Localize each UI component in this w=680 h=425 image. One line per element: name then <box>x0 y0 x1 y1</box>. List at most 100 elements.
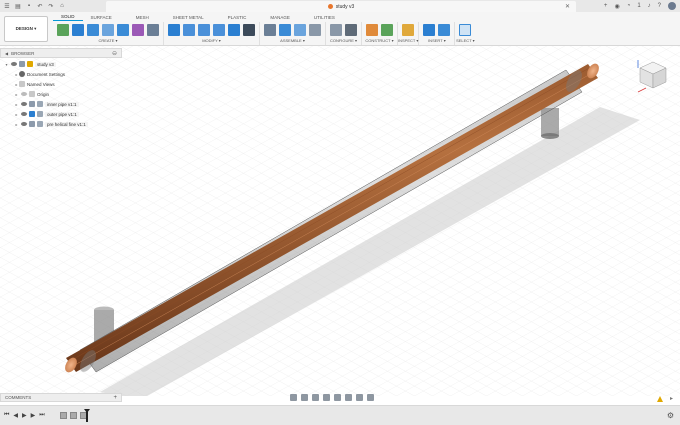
expand-icon[interactable]: ▸ <box>14 112 19 117</box>
view-cube[interactable] <box>636 56 670 96</box>
fit-icon[interactable] <box>334 393 341 401</box>
tab-plastic[interactable]: PLASTIC <box>220 13 255 21</box>
save-icon[interactable]: ▪ <box>25 2 33 10</box>
visibility-eye-icon[interactable] <box>11 62 17 66</box>
chamfer-icon[interactable] <box>198 23 210 36</box>
redo-icon[interactable]: ↷ <box>47 2 55 10</box>
extensions-icon[interactable]: ◉ <box>614 3 619 10</box>
notification-count[interactable]: 1 <box>637 3 640 9</box>
tab-solid[interactable]: SOLID <box>53 13 83 21</box>
zoom-icon[interactable] <box>323 393 330 401</box>
avatar[interactable] <box>668 2 676 10</box>
press-pull-icon[interactable] <box>168 23 180 36</box>
add-tab-icon[interactable]: + <box>604 3 608 9</box>
help-icon[interactable]: ? <box>658 3 661 9</box>
pin-icon[interactable]: ⊖ <box>112 50 117 57</box>
orbit-icon[interactable] <box>290 393 297 401</box>
expand-icon[interactable]: ▸ <box>14 102 19 107</box>
visibility-eye-icon[interactable] <box>21 92 27 96</box>
display-settings-icon[interactable] <box>345 393 352 401</box>
tab-surface[interactable]: SURFACE <box>83 13 120 21</box>
measure-icon[interactable] <box>402 23 415 36</box>
collapse-panel-icon[interactable]: ▸ <box>670 395 673 402</box>
offset-plane-icon[interactable] <box>366 23 378 36</box>
extrude-icon[interactable] <box>72 23 84 36</box>
timeline-marker[interactable] <box>84 409 90 422</box>
job-status-icon[interactable]: ◔ <box>627 3 631 9</box>
assemble-menu[interactable]: ASSEMBLE ▾ <box>280 38 305 43</box>
home-icon[interactable]: ⌂ <box>58 2 66 10</box>
expand-icon[interactable]: ▾ <box>4 62 9 67</box>
configure-icon[interactable] <box>330 23 342 36</box>
collapse-arrow-icon[interactable]: ◀ <box>5 51 8 56</box>
new-component-icon[interactable] <box>264 23 276 36</box>
form-icon[interactable] <box>132 23 144 36</box>
tree-item-outer-pipe[interactable]: ▸ outer pipe v1:1 <box>0 109 122 119</box>
gear-icon[interactable]: ⚙ <box>667 411 674 420</box>
go-to-end-icon[interactable]: ⏭ <box>39 412 44 419</box>
tab-mesh[interactable]: MESH <box>128 13 157 21</box>
create-group: CREATE ▾ <box>53 22 164 45</box>
grid-menu-icon[interactable]: ☰ <box>3 2 11 10</box>
tab-sheet-metal[interactable]: SHEET METAL <box>165 13 212 21</box>
shell-icon[interactable] <box>213 23 225 36</box>
warning-icon[interactable] <box>657 396 663 402</box>
comments-panel[interactable]: COMMENTS + <box>0 393 122 402</box>
step-back-icon[interactable]: ◀ <box>13 412 18 419</box>
workspace-switcher[interactable]: DESIGN ▾ <box>4 16 48 42</box>
construct-menu[interactable]: CONSTRUCT ▾ <box>365 38 393 43</box>
expand-icon[interactable]: ▸ <box>14 122 19 127</box>
move-icon[interactable] <box>243 23 255 36</box>
browser-panel-header[interactable]: ◀ BROWSER ⊖ <box>0 48 122 58</box>
derive-icon[interactable] <box>147 23 159 36</box>
file-menu-icon[interactable]: ▤ <box>14 2 22 10</box>
as-built-joint-icon[interactable] <box>294 23 306 36</box>
close-tab-icon[interactable]: ✕ <box>565 3 570 10</box>
grid-settings-icon[interactable] <box>356 393 363 401</box>
tree-item-root[interactable]: ▾ study v3 <box>0 59 122 69</box>
visibility-eye-icon[interactable] <box>21 102 27 106</box>
undo-icon[interactable]: ↶ <box>36 2 44 10</box>
viewports-icon[interactable] <box>367 393 374 401</box>
tree-item-named-views[interactable]: ▸ Named Views <box>0 79 122 89</box>
visibility-eye-icon[interactable] <box>21 122 27 126</box>
tree-item-document-settings[interactable]: ▸ Document Settings <box>0 69 122 79</box>
tree-item-inner-pipe[interactable]: ▸ inner pipe v1:1 <box>0 99 122 109</box>
add-comment-icon[interactable]: + <box>113 395 117 401</box>
pattern-icon[interactable] <box>117 23 129 36</box>
navigation-bar <box>290 392 374 402</box>
insert-derive-icon[interactable] <box>423 23 436 36</box>
bell-icon[interactable]: ♪ <box>648 3 651 9</box>
document-tab[interactable]: study v3 ✕ <box>106 1 576 12</box>
expand-icon[interactable]: ▸ <box>14 92 19 97</box>
play-icon[interactable]: ▶ <box>22 412 27 419</box>
look-at-icon[interactable] <box>301 393 308 401</box>
configure-menu[interactable]: CONFIGURE ▾ <box>330 38 357 43</box>
timeline-feature[interactable] <box>60 412 67 419</box>
modify-menu[interactable]: MODIFY ▾ <box>202 38 221 43</box>
fillet-icon[interactable] <box>183 23 195 36</box>
midplane-icon[interactable] <box>381 23 393 36</box>
tab-utilities[interactable]: UTILITIES <box>306 13 343 21</box>
combine-icon[interactable] <box>228 23 240 36</box>
joint-origin-icon[interactable] <box>309 23 321 36</box>
go-to-start-icon[interactable]: ⏮ <box>4 412 9 419</box>
create-menu[interactable]: CREATE ▾ <box>98 38 117 43</box>
tab-manage[interactable]: MANAGE <box>262 13 298 21</box>
tree-item-helical-fine[interactable]: ▸ pre helical fine v1:1 <box>0 119 122 129</box>
visibility-eye-icon[interactable] <box>21 112 27 116</box>
insert-menu[interactable]: INSERT ▾ <box>428 38 446 43</box>
inspect-menu[interactable]: INSPECT ▾ <box>398 38 418 43</box>
hole-icon[interactable] <box>102 23 114 36</box>
timeline-feature[interactable] <box>70 412 77 419</box>
insert-image-icon[interactable] <box>438 23 451 36</box>
tree-item-origin[interactable]: ▸ Origin <box>0 89 122 99</box>
select-menu[interactable]: SELECT ▾ <box>456 38 475 43</box>
revolve-icon[interactable] <box>87 23 99 36</box>
select-icon[interactable] <box>459 23 472 36</box>
pan-icon[interactable] <box>312 393 319 401</box>
step-forward-icon[interactable]: ▶ <box>31 412 36 419</box>
sketch-icon[interactable] <box>57 23 69 36</box>
table-icon[interactable] <box>345 23 357 36</box>
joint-icon[interactable] <box>279 23 291 36</box>
